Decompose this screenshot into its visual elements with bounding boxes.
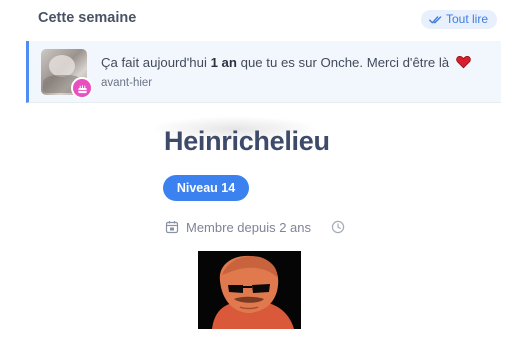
mark-all-read-button[interactable]: Tout lire — [421, 10, 498, 29]
level-badge: Niveau 14 — [163, 175, 249, 201]
heart-icon — [456, 55, 471, 69]
profile-picture[interactable] — [198, 251, 301, 329]
section-title: Cette semaine — [38, 10, 137, 26]
mark-all-read-label: Tout lire — [446, 12, 489, 26]
profile-picture-image — [198, 251, 301, 329]
notification-message: Ça fait aujourd'hui 1 an que tu es sur O… — [101, 55, 471, 70]
profile-username[interactable]: Heinrichelieu — [164, 126, 330, 157]
cake-icon — [71, 77, 93, 99]
clock-icon[interactable] — [331, 220, 345, 234]
notification-time: avant-hier — [101, 77, 153, 89]
member-since-row: Membre depuis 2 ans — [165, 218, 345, 236]
profile-card: Heinrichelieu Niveau 14 Membre depuis 2 … — [0, 104, 512, 342]
notification-duration: 1 an — [210, 55, 237, 70]
member-since-text: Membre depuis 2 ans — [186, 219, 312, 235]
notifications-section-header: Cette semaine Tout lire — [0, 0, 512, 38]
double-check-icon — [429, 15, 442, 23]
notification-item[interactable]: Ça fait aujourd'hui 1 an que tu es sur O… — [26, 41, 501, 103]
calendar-icon — [165, 221, 179, 234]
